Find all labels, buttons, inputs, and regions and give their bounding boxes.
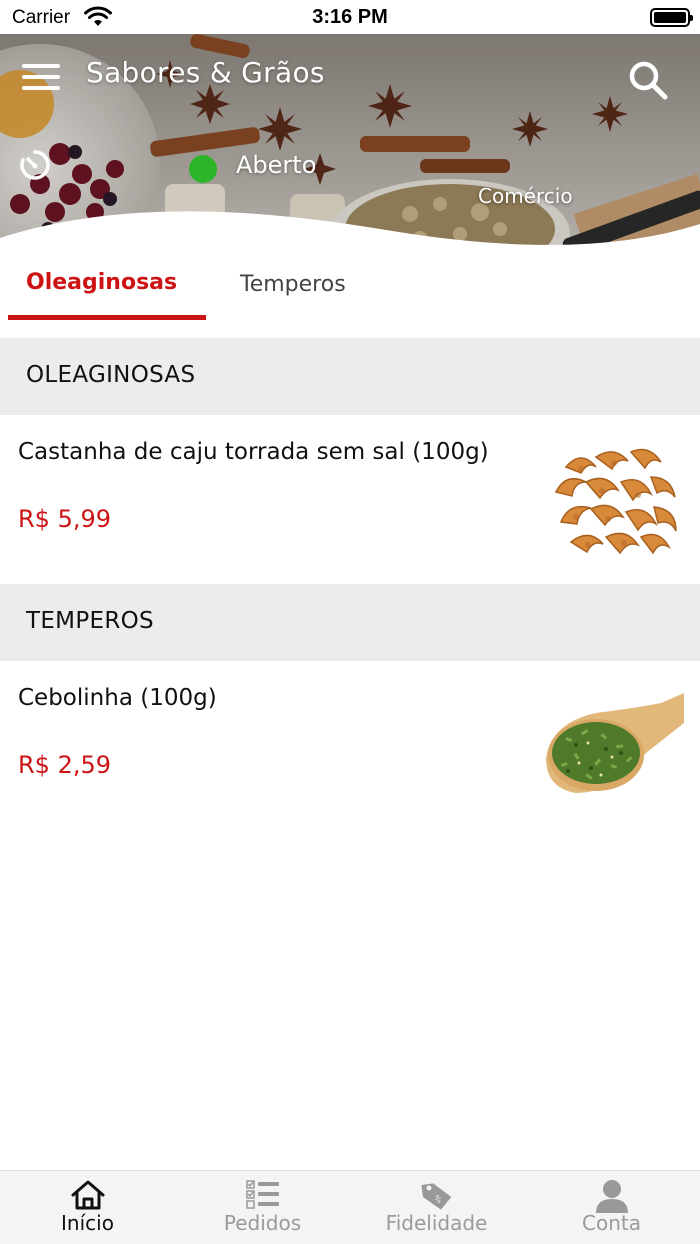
nav-fidelidade[interactable]: % Fidelidade	[349, 1171, 524, 1244]
nav-label: Conta	[582, 1211, 641, 1235]
section-header-temperos: TEMPEROS	[0, 584, 700, 661]
category-tabs: Oleaginosas Temperos	[0, 256, 700, 338]
nav-label: Início	[61, 1211, 114, 1235]
nav-label: Pedidos	[223, 1211, 302, 1235]
tab-label: Oleaginosas	[26, 270, 178, 295]
timer-icon	[20, 150, 50, 180]
product-item[interactable]: Cebolinha (100g) R$ 2,59	[0, 661, 700, 830]
nav-conta[interactable]: Conta	[524, 1171, 699, 1244]
search-icon[interactable]	[626, 58, 670, 102]
menu-icon[interactable]	[22, 62, 62, 90]
store-title: Sabores & Grãos	[86, 56, 325, 89]
status-bar: Carrier 3:16 PM	[0, 0, 700, 34]
section-title: OLEAGINOSAS	[26, 362, 196, 388]
product-name: Castanha de caju torrada sem sal (100g)	[18, 439, 489, 465]
user-icon	[595, 1180, 628, 1213]
tab-oleaginosas[interactable]: Oleaginosas	[8, 256, 206, 338]
section-title: TEMPEROS	[26, 608, 154, 634]
battery-icon	[650, 8, 693, 27]
section-header-oleaginosas: OLEAGINOSAS	[0, 338, 700, 415]
nav-label: Fidelidade	[385, 1211, 488, 1235]
nav-inicio[interactable]: Início	[0, 1171, 175, 1244]
tab-label: Temperos	[240, 272, 346, 297]
cashew-nuts-image	[546, 437, 684, 565]
open-status-dot	[189, 155, 217, 183]
bottom-navigation: Início Pedidos % Fidelidade Conta	[0, 1170, 700, 1244]
store-status: Aberto	[236, 151, 317, 179]
status-time: 3:16 PM	[312, 6, 388, 28]
tag-icon: %	[420, 1183, 451, 1210]
dried-chives-image	[546, 683, 684, 811]
product-price: R$ 2,59	[18, 751, 112, 779]
product-price: R$ 5,99	[18, 505, 112, 533]
product-name: Cebolinha (100g)	[18, 685, 217, 711]
active-tab-indicator	[8, 315, 206, 320]
product-item[interactable]: Castanha de caju torrada sem sal (100g) …	[0, 415, 700, 584]
nav-pedidos[interactable]: Pedidos	[175, 1171, 350, 1244]
store-header: Sabores & Grãos Aberto Comércio	[0, 34, 700, 256]
store-category: Comércio	[478, 184, 573, 208]
home-icon	[71, 1180, 104, 1210]
tab-temperos[interactable]: Temperos	[218, 256, 378, 338]
orders-list-icon	[245, 1180, 279, 1209]
